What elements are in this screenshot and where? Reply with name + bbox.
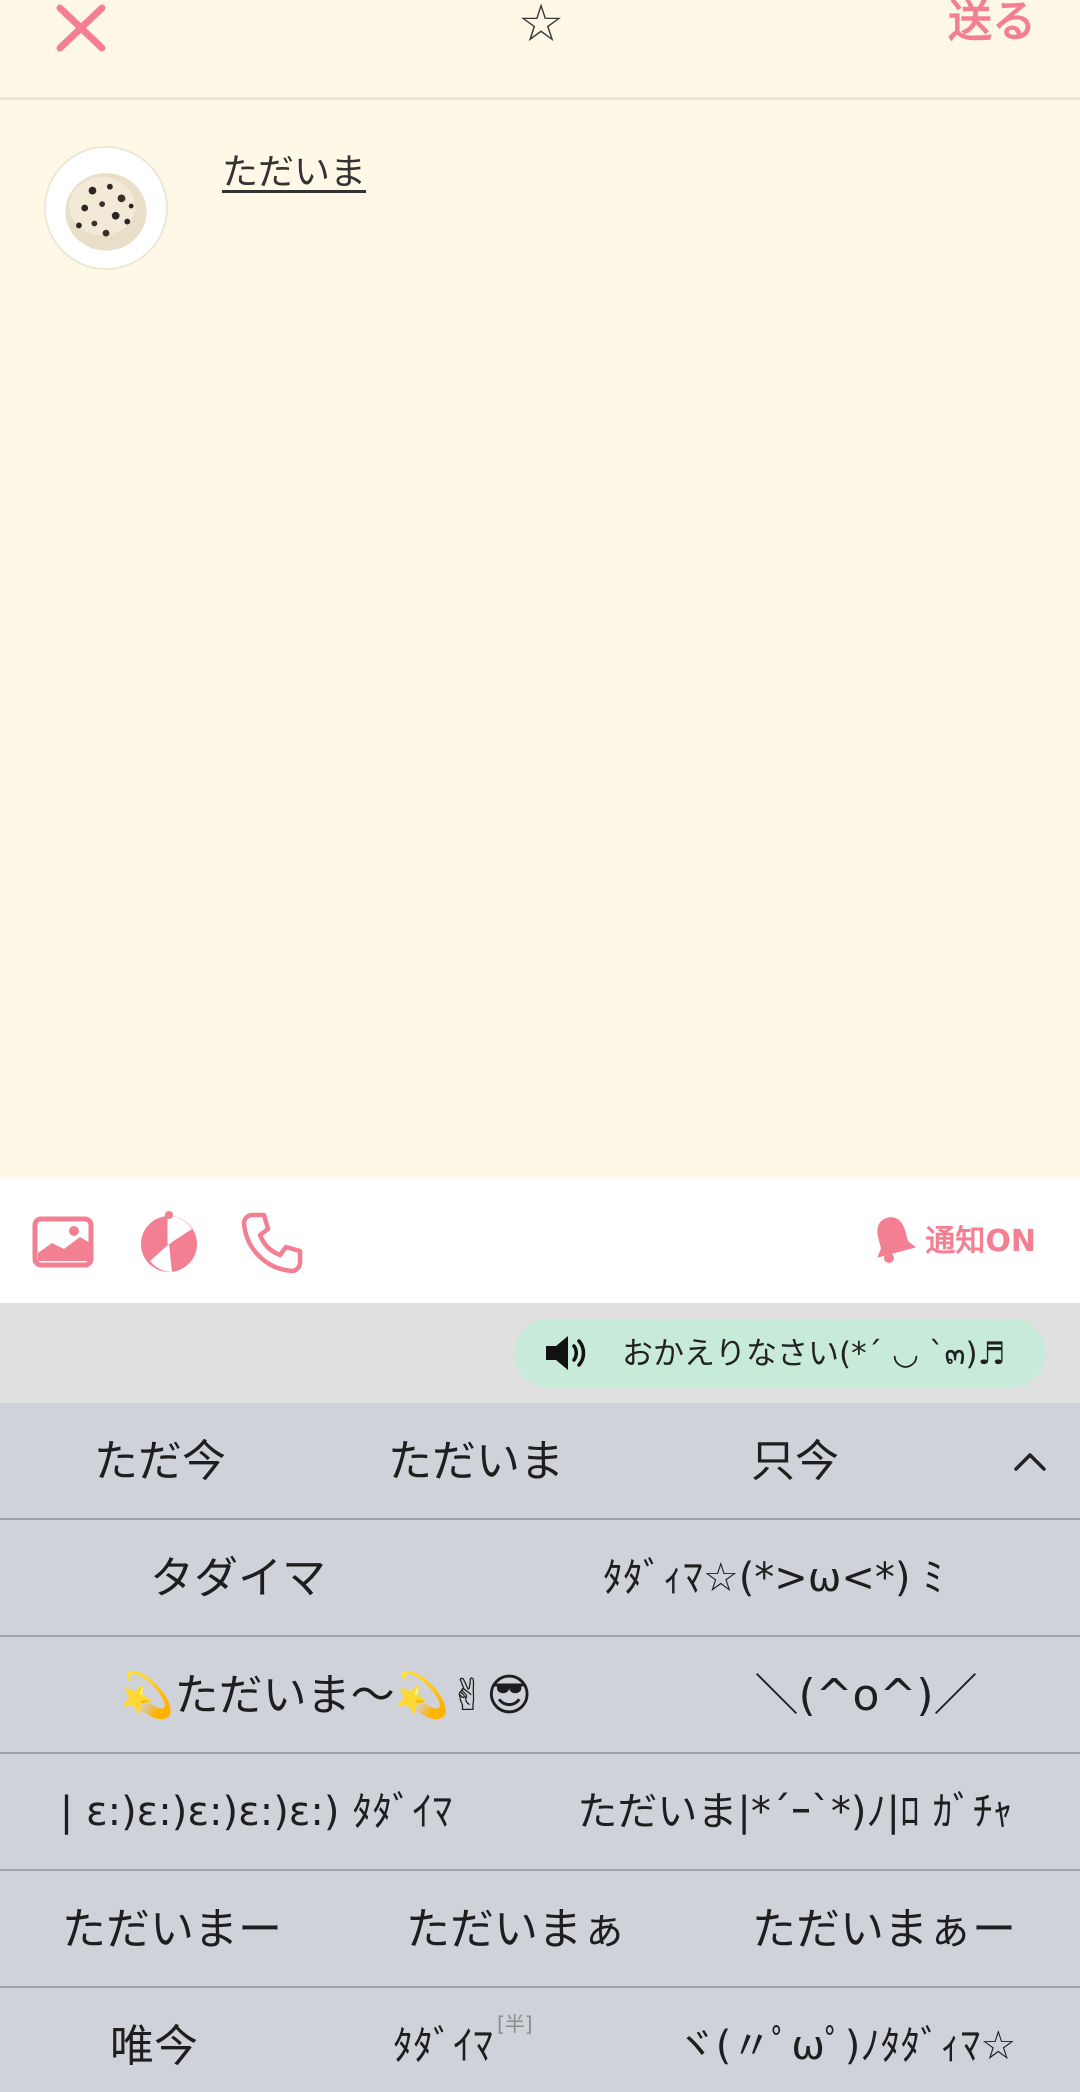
candidate-row: 💫ただいま〜💫✌😎 ＼(^o^)／ bbox=[0, 1637, 1080, 1754]
chevron-up-icon[interactable] bbox=[1010, 1443, 1050, 1483]
top-bar: ☆ 送る bbox=[0, 0, 1080, 100]
suggestion-bar: おかえりなさい(*´ ◡ `๓)♬ bbox=[0, 1303, 1080, 1403]
candidate-item[interactable]: 💫ただいま〜💫✌😎 bbox=[120, 1637, 532, 1754]
candidate-item[interactable]: ただいま bbox=[388, 1403, 564, 1520]
candidate-item[interactable]: | ε:)ε:)ε:)ε:)ε:) ﾀﾀﾞｲﾏ bbox=[60, 1754, 452, 1871]
candidate-panel: ただ今 ただいま 只今 タダイマ ﾀﾀﾞｨﾏ☆(*>ω<*) ﾐ 💫ただいま〜💫… bbox=[0, 1403, 1080, 2092]
candidate-item[interactable]: ＼(^o^)／ bbox=[755, 1637, 978, 1754]
candidate-item[interactable]: ただいまー bbox=[62, 1871, 282, 1988]
candidate-row: ただいまー ただいまぁ ただいまぁー bbox=[0, 1871, 1080, 1988]
attachment-toolbar: 通知ON bbox=[0, 1177, 1080, 1303]
favorite-star-button[interactable]: ☆ bbox=[506, 0, 576, 54]
pie-chart-icon[interactable] bbox=[136, 1209, 202, 1275]
candidate-item[interactable]: ﾀﾀﾞｲﾏ bbox=[393, 1988, 493, 2092]
speaker-icon bbox=[546, 1336, 586, 1370]
image-icon[interactable] bbox=[30, 1209, 96, 1275]
cookie-ice-cream-avatar-icon bbox=[46, 148, 166, 268]
message-text[interactable]: ただいま bbox=[222, 143, 366, 195]
close-x-icon bbox=[56, 4, 106, 52]
candidate-item[interactable]: 只今 bbox=[751, 1403, 839, 1520]
candidate-item[interactable]: ただいま|*´ｰ`*)ﾉ|ﾛ ｶﾞﾁｬ bbox=[577, 1754, 1012, 1871]
suggestion-text: おかえりなさい(*´ ◡ `๓)♬ bbox=[622, 1336, 1006, 1372]
candidate-row: 唯今 [半] ﾀﾀﾞｲﾏ ヾ(〃ﾟωﾟ)ﾉﾀﾀﾞｨﾏ☆ bbox=[0, 1988, 1080, 2092]
bell-icon bbox=[877, 1217, 917, 1263]
notify-toggle[interactable]: 通知ON bbox=[869, 1213, 1036, 1263]
avatar[interactable] bbox=[44, 146, 168, 270]
phone-icon[interactable] bbox=[238, 1209, 304, 1275]
send-button[interactable]: 送る bbox=[948, 0, 1036, 52]
candidate-row: ただ今 ただいま 只今 bbox=[0, 1403, 1080, 1520]
candidate-row: タダイマ ﾀﾀﾞｨﾏ☆(*>ω<*) ﾐ bbox=[0, 1520, 1080, 1637]
candidate-item[interactable]: ヾ(〃ﾟωﾟ)ﾉﾀﾀﾞｨﾏ☆ bbox=[676, 1988, 1017, 2092]
candidate-item[interactable]: ただいまぁー bbox=[752, 1871, 1016, 1988]
candidate-item[interactable]: ﾀﾀﾞｨﾏ☆(*>ω<*) ﾐ bbox=[603, 1520, 943, 1637]
message-area: ただいま bbox=[0, 103, 1080, 1177]
han-width-label: [半] bbox=[497, 2012, 533, 2036]
candidate-item[interactable]: 唯今 bbox=[110, 1988, 198, 2092]
candidate-item[interactable]: タダイマ bbox=[150, 1520, 326, 1637]
candidate-item[interactable]: ただいまぁ bbox=[406, 1871, 626, 1988]
close-button[interactable] bbox=[52, 0, 116, 56]
candidate-row: | ε:)ε:)ε:)ε:)ε:) ﾀﾀﾞｲﾏ ただいま|*´ｰ`*)ﾉ|ﾛ ｶ… bbox=[0, 1754, 1080, 1871]
candidate-item[interactable]: ただ今 bbox=[94, 1403, 226, 1520]
suggestion-pill[interactable]: おかえりなさい(*´ ◡ `๓)♬ bbox=[514, 1319, 1046, 1387]
notify-label: 通知ON bbox=[925, 1224, 1036, 1259]
